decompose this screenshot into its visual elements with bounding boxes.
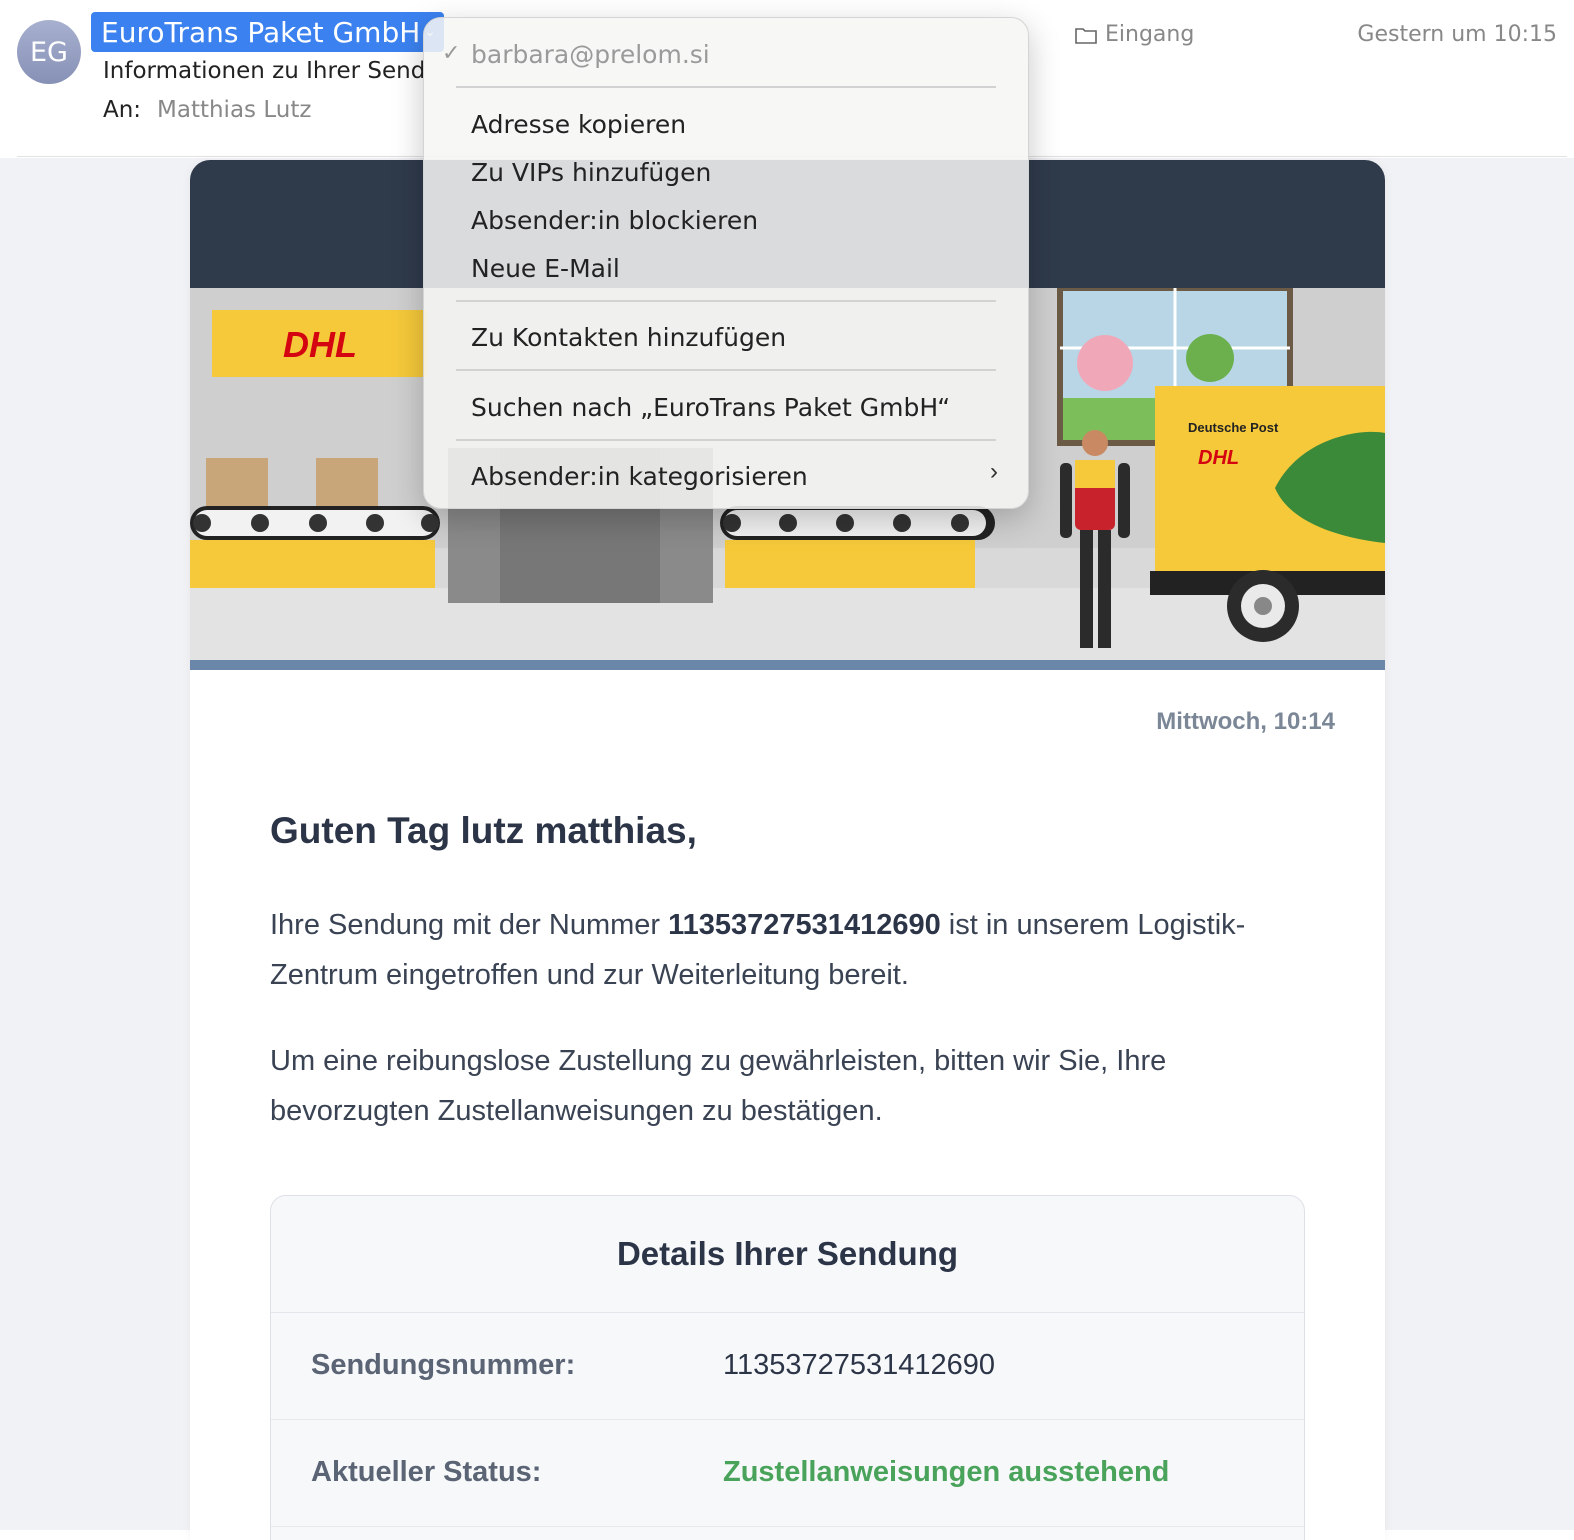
email-timestamp: Mittwoch, 10:14 (1156, 708, 1335, 735)
banner-stripe (190, 660, 1385, 670)
sender-avatar[interactable]: EG (17, 20, 81, 84)
menu-separator (456, 369, 996, 371)
package-box (316, 458, 378, 506)
menu-separator (456, 86, 996, 88)
tracking-number-inline: 11353727531412690 (668, 909, 941, 941)
package-box (206, 458, 268, 506)
details-row: Aktueller Status: Zustellanweisungen aus… (271, 1420, 1304, 1527)
status-value: Zustellanweisungen ausstehend (723, 1456, 1170, 1488)
mailbox-label[interactable]: Eingang (1075, 22, 1194, 47)
shipment-details-box: Details Ihrer Sendung Sendungsnummer: 11… (270, 1195, 1305, 1540)
menu-item-copy-address[interactable]: Adresse kopieren (471, 110, 686, 139)
truck-brand-text: Deutsche Post (1188, 420, 1279, 435)
mailbox-name: Eingang (1105, 22, 1195, 47)
details-title: Details Ihrer Sendung (271, 1196, 1304, 1313)
menu-item-search-sender[interactable]: Suchen nach „EuroTrans Paket GmbH“ (471, 393, 950, 422)
menu-item-add-to-vips[interactable]: Zu VIPs hinzufügen (471, 158, 711, 187)
chevron-right-icon: › (990, 458, 998, 485)
menu-separator (456, 300, 996, 302)
menu-separator (456, 439, 996, 441)
folder-icon (1075, 27, 1097, 44)
dhl-logo-text: DHL (283, 324, 357, 365)
details-row-label: Sendungsnummer: (311, 1349, 576, 1381)
tracking-number-value: 11353727531412690 (723, 1349, 996, 1381)
paragraph-confirm-instructions: Um eine reibungslose Zustellung zu gewäh… (270, 1045, 1167, 1127)
message-subject: Informationen zu Ihrer Sendung (103, 58, 423, 84)
menu-sender-email[interactable]: barbara@prelom.si (471, 40, 710, 69)
menu-item-add-to-contacts[interactable]: Zu Kontakten hinzufügen (471, 323, 786, 352)
message-date: Gestern um 10:15 (1357, 22, 1557, 47)
menu-item-categorize-sender[interactable]: Absender:in kategorisieren (471, 462, 808, 491)
sender-name: EuroTrans Paket GmbH (101, 15, 421, 49)
details-row: Sendungsnummer: 11353727531412690 (271, 1313, 1304, 1420)
para1-text-start: Ihre Sendung mit der Nummer (270, 909, 669, 941)
recipient-name[interactable]: Matthias Lutz (157, 97, 311, 123)
to-label: An: (103, 97, 142, 123)
menu-item-block-sender[interactable]: Absender:in blockieren (471, 206, 758, 235)
greeting-heading: Guten Tag lutz matthias, (270, 810, 697, 851)
sender-context-menu: ✓ barbara@prelom.si Adresse kopieren Zu … (423, 17, 1029, 509)
menu-item-new-email[interactable]: Neue E-Mail (471, 254, 620, 283)
sender-name-button[interactable]: EuroTrans Paket GmbH ⌄ (91, 12, 444, 52)
truck-dhl-text: DHL (1198, 447, 1239, 469)
checkmark-icon: ✓ (442, 40, 461, 65)
details-row-label: Aktueller Status: (311, 1456, 542, 1488)
paragraph-shipment-arrived: Ihre Sendung mit der Nummer 113537275314… (270, 900, 1310, 1000)
